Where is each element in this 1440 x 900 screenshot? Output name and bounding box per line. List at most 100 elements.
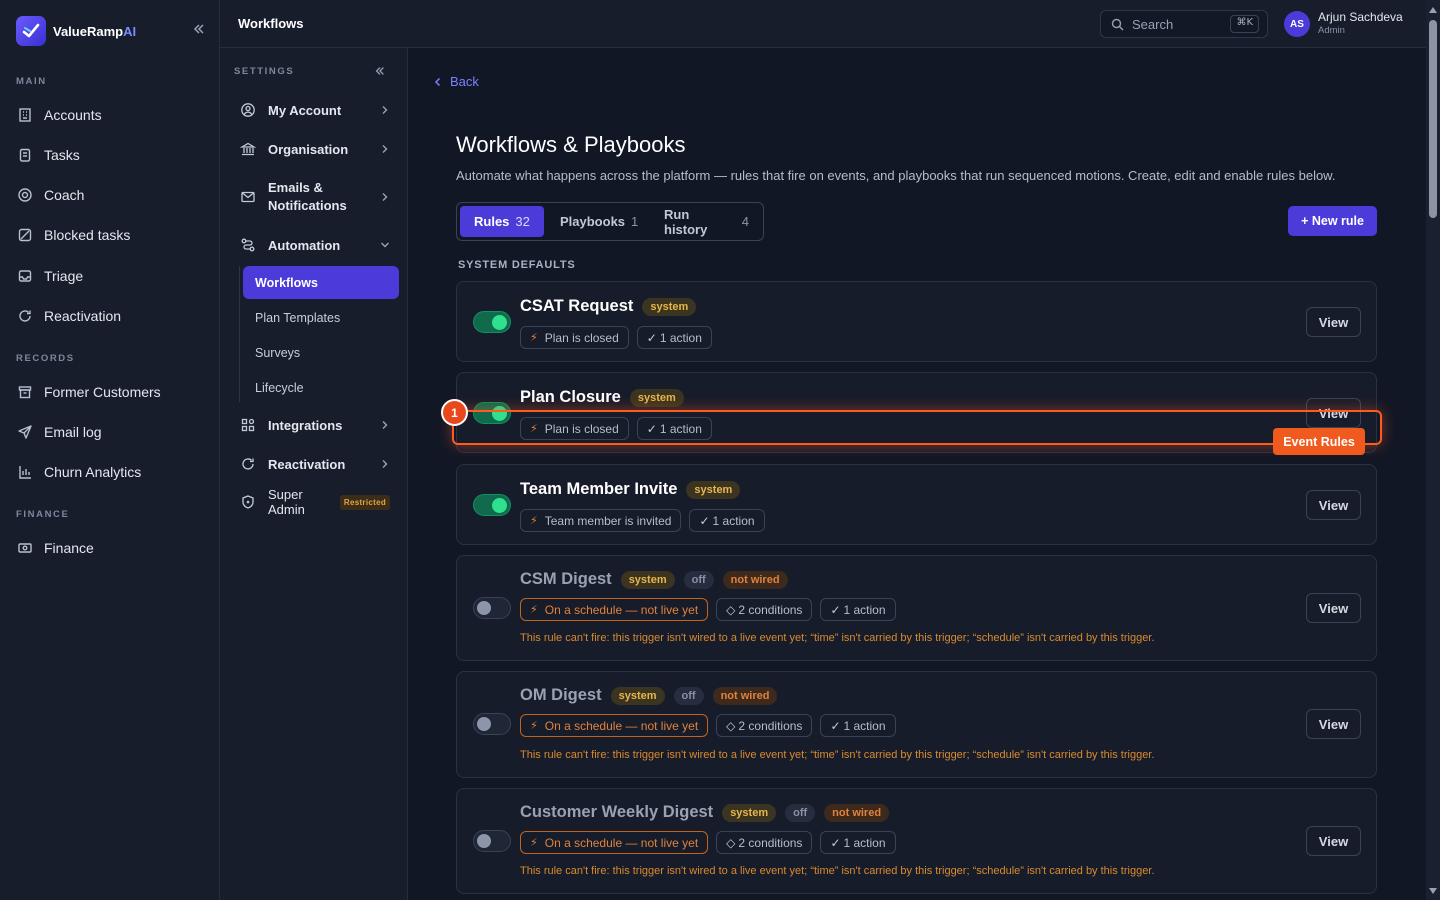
toggle-knob (492, 406, 507, 421)
restricted-badge: Restricted (339, 494, 390, 510)
settings-item-reactivation[interactable]: Reactivation (240, 454, 390, 474)
rule-toggle[interactable] (473, 402, 511, 424)
trigger-chip: ⚡ Plan is closed (520, 417, 629, 440)
main-sidebar: ValueRampAI MAIN Accounts Tasks Coach Bl… (0, 0, 220, 900)
chart-icon (16, 463, 34, 481)
settings-subitem-plan-templates[interactable]: Plan Templates (243, 301, 399, 334)
off-badge: off (673, 686, 704, 705)
rule-title-row: Customer Weekly Digest system off not wi… (520, 803, 890, 822)
diamond-icon: ◇ (726, 718, 736, 733)
toggle-knob (477, 601, 491, 615)
not-wired-badge: not wired (824, 803, 890, 822)
toggle-knob (492, 498, 507, 513)
toggle-knob (492, 315, 507, 330)
view-button[interactable]: View (1306, 307, 1361, 337)
tab-playbooks[interactable]: Playbooks 1 (546, 206, 652, 237)
chevron-right-icon (380, 459, 390, 469)
tab-rules[interactable]: Rules 32 (460, 206, 544, 237)
bolt-icon: ⚡ (530, 423, 538, 435)
actions-chip: ✓ 1 action (820, 714, 896, 737)
collapse-sidebar-icon[interactable] (192, 22, 206, 36)
rule-name: Plan Closure (520, 388, 621, 406)
user-role: Admin (1318, 25, 1345, 36)
rule-title-row: CSM Digest system off not wired (520, 570, 788, 589)
shield-icon (240, 494, 256, 510)
system-badge: system (722, 803, 777, 822)
collapse-settings-icon[interactable] (374, 65, 386, 77)
view-button[interactable]: View (1306, 398, 1361, 428)
rule-card-customer-weekly-digest: Customer Weekly Digest system off not wi… (456, 788, 1377, 894)
building-icon (16, 106, 34, 124)
settings-item-my-account[interactable]: My Account (240, 100, 390, 120)
sidebar-item-label: Tasks (44, 147, 80, 163)
search-input[interactable]: Search ⌘K (1100, 10, 1268, 38)
user-circle-icon (240, 102, 256, 118)
bolt-icon: ⚡ (530, 515, 538, 527)
rule-chips: ⚡ Team member is invited ✓ 1 action (520, 509, 773, 532)
sidebar-item-coach[interactable]: Coach (16, 179, 206, 211)
tab-bar: Rules 32 Playbooks 1 Run history 4 (456, 202, 764, 241)
section-records: RECORDS (16, 353, 75, 364)
sidebar-item-label: Blocked tasks (44, 227, 131, 243)
bolt-icon: ⚡ (530, 837, 538, 849)
blocked-icon (16, 226, 34, 244)
back-link[interactable]: Back (434, 74, 479, 89)
rule-toggle[interactable] (473, 494, 511, 516)
main-content: Back Workflows & Playbooks Automate what… (408, 48, 1426, 900)
brand[interactable]: ValueRampAI (16, 16, 206, 46)
settings-item-label: Super Admin (268, 487, 305, 517)
sidebar-item-email-log[interactable]: Email log (16, 416, 206, 448)
toggle-knob (477, 717, 491, 731)
workflow-icon (240, 237, 256, 253)
scrollbar-thumb[interactable] (1429, 20, 1437, 218)
sidebar-item-reactivation[interactable]: Reactivation (16, 300, 206, 332)
rule-title-row: OM Digest system off not wired (520, 686, 778, 705)
conditions-chip: ◇ 2 conditions (716, 714, 813, 737)
sidebar-item-former-customers[interactable]: Former Customers (16, 376, 206, 408)
scrollbar[interactable] (1426, 0, 1440, 900)
settings-subitem-lifecycle[interactable]: Lifecycle (243, 371, 399, 404)
settings-header: SETTINGS (234, 66, 295, 77)
settings-subitem-surveys[interactable]: Surveys (243, 336, 399, 369)
settings-item-label: Emails & Notifications (268, 180, 347, 213)
new-rule-button[interactable]: + New rule (1288, 206, 1377, 236)
rule-title-row: Plan Closure system (520, 388, 684, 407)
view-button[interactable]: View (1306, 826, 1361, 856)
sidebar-item-blocked-tasks[interactable]: Blocked tasks (16, 219, 206, 251)
refresh-icon (16, 307, 34, 325)
trigger-chip: ⚡ On a schedule — not live yet (520, 714, 709, 737)
view-button[interactable]: View (1306, 709, 1361, 739)
tab-run-history[interactable]: Run history 4 (650, 206, 763, 237)
rule-chips: ⚡ On a schedule — not live yet ◇ 2 conditi… (520, 598, 904, 621)
sidebar-item-label: Accounts (44, 107, 102, 123)
user-name[interactable]: Arjun Sachdeva (1318, 10, 1403, 24)
sidebar-item-finance[interactable]: Finance (16, 532, 206, 564)
scroll-down-arrow-icon[interactable] (1429, 888, 1437, 894)
settings-subitem-workflows[interactable]: Workflows (243, 266, 399, 299)
sidebar-item-triage[interactable]: Triage (16, 260, 206, 292)
rule-title-row: CSAT Request system (520, 297, 697, 316)
rule-toggle[interactable] (473, 597, 511, 619)
avatar[interactable]: AS (1284, 11, 1310, 37)
view-button[interactable]: View (1306, 490, 1361, 520)
diamond-icon: ◇ (726, 602, 736, 617)
settings-item-automation[interactable]: Automation (240, 235, 390, 255)
settings-item-integrations[interactable]: Integrations (240, 415, 390, 435)
settings-item-super-admin[interactable]: Super Admin Restricted (240, 487, 390, 517)
view-button[interactable]: View (1306, 593, 1361, 623)
scroll-up-arrow-icon[interactable] (1429, 7, 1437, 13)
rule-name: Team Member Invite (520, 480, 678, 498)
settings-item-organisation[interactable]: Organisation (240, 139, 390, 159)
rule-chips: ⚡ Plan is closed ✓ 1 action (520, 326, 720, 349)
sidebar-item-tasks[interactable]: Tasks (16, 139, 206, 171)
search-placeholder: Search (1132, 16, 1174, 32)
rule-toggle[interactable] (473, 830, 511, 852)
sidebar-item-churn-analytics[interactable]: Churn Analytics (16, 456, 206, 488)
settings-item-emails-notifications[interactable]: Emails & Notifications (240, 179, 390, 215)
sidebar-item-accounts[interactable]: Accounts (16, 99, 206, 131)
chevron-right-icon (380, 192, 390, 202)
rule-toggle[interactable] (473, 311, 511, 333)
rule-toggle[interactable] (473, 713, 511, 735)
rule-card-csm-digest: CSM Digest system off not wired ⚡ On a sc… (456, 555, 1377, 661)
shortcut-hint: ⌘K (1230, 15, 1259, 33)
